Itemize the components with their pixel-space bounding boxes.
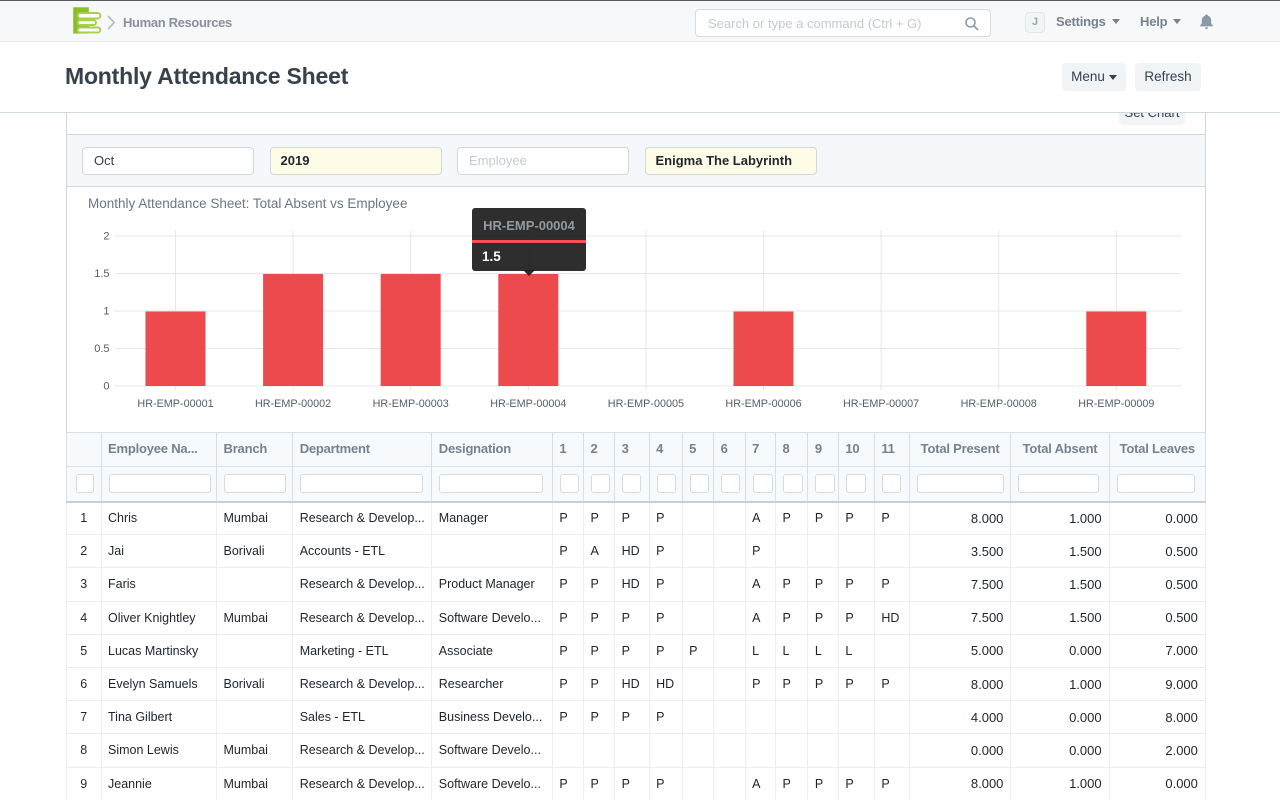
- svg-text:HR-EMP-00008: HR-EMP-00008: [961, 398, 1037, 410]
- svg-text:2: 2: [103, 231, 109, 243]
- svg-text:0: 0: [103, 381, 109, 393]
- svg-text:HR-EMP-00009: HR-EMP-00009: [1078, 398, 1154, 410]
- svg-text:HR-EMP-00004: HR-EMP-00004: [490, 398, 566, 410]
- svg-text:1: 1: [103, 306, 109, 318]
- svg-text:0.5: 0.5: [94, 343, 109, 355]
- svg-text:HR-EMP-00007: HR-EMP-00007: [843, 398, 919, 410]
- svg-text:HR-EMP-00005: HR-EMP-00005: [608, 398, 684, 410]
- svg-text:1.5: 1.5: [94, 268, 109, 280]
- svg-text:HR-EMP-00003: HR-EMP-00003: [373, 398, 449, 410]
- svg-text:HR-EMP-00002: HR-EMP-00002: [255, 398, 331, 410]
- svg-text:HR-EMP-00001: HR-EMP-00001: [137, 398, 213, 410]
- svg-text:HR-EMP-00006: HR-EMP-00006: [725, 398, 801, 410]
